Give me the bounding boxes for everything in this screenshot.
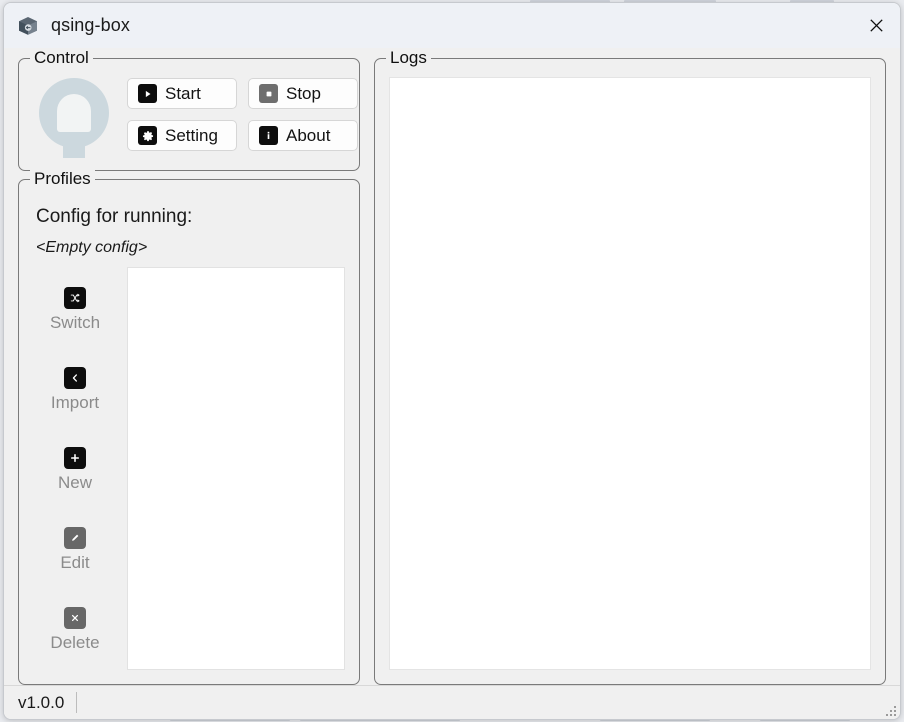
stop-button-label: Stop — [286, 83, 321, 103]
title-bar[interactable]: qsing-box — [4, 3, 900, 48]
new-profile-label: New — [57, 473, 92, 492]
close-icon[interactable] — [852, 3, 900, 48]
close-x-icon — [64, 607, 86, 630]
profiles-group-legend: Profiles — [30, 169, 95, 189]
stop-icon — [259, 84, 278, 103]
shuffle-icon — [64, 286, 86, 309]
right-column: Logs — [374, 48, 886, 685]
import-profile-label: Import — [50, 392, 100, 412]
logs-group-legend: Logs — [386, 48, 431, 68]
gear-icon — [138, 126, 157, 145]
control-button-grid: Start Stop Setting About — [127, 78, 358, 151]
box-3d-icon — [15, 13, 41, 39]
logs-text-area[interactable] — [389, 77, 871, 670]
about-button-label: About — [286, 125, 331, 145]
import-profile-action[interactable]: Import — [33, 349, 117, 429]
edit-profile-action[interactable]: Edit — [33, 510, 117, 590]
logs-group: Logs — [374, 48, 886, 685]
plus-icon — [64, 447, 86, 469]
edit-profile-label: Edit — [60, 553, 90, 573]
start-button-label: Start — [165, 83, 201, 103]
delete-profile-action[interactable]: Delete — [33, 590, 117, 670]
about-button[interactable]: About — [248, 120, 358, 151]
resize-grip-icon[interactable] — [882, 702, 896, 716]
profile-actions: Switch Import New Edit Delete — [33, 267, 117, 670]
pencil-icon — [64, 527, 86, 550]
chevron-left-icon — [64, 366, 86, 389]
version-label: v1.0.0 — [4, 692, 78, 713]
new-profile-action[interactable]: New — [33, 429, 117, 509]
play-icon — [138, 84, 157, 103]
switch-profile-action[interactable]: Switch — [33, 269, 117, 349]
switch-profile-label: Switch — [49, 312, 101, 332]
profiles-body: Switch Import New Edit Delete — [33, 267, 345, 670]
app-window: qsing-box Control Start Stop Setting Abo… — [3, 2, 901, 720]
info-icon — [259, 126, 278, 145]
setting-button[interactable]: Setting — [127, 120, 237, 151]
profiles-list[interactable] — [127, 267, 345, 670]
config-for-running-label: Config for running: — [36, 206, 193, 227]
control-group-legend: Control — [30, 48, 93, 68]
window-title: qsing-box — [51, 15, 130, 35]
stop-button[interactable]: Stop — [248, 78, 358, 109]
status-bar: v1.0.0 — [4, 685, 900, 719]
qsing-box-mascot-icon — [35, 76, 113, 158]
profiles-group: Profiles Config for running: <Empty conf… — [18, 169, 360, 685]
left-column: Control Start Stop Setting About Profile… — [18, 48, 360, 685]
window-content: Control Start Stop Setting About Profile… — [4, 48, 900, 685]
start-button[interactable]: Start — [127, 78, 237, 109]
control-group: Control Start Stop Setting About — [18, 48, 360, 171]
current-config-value: <Empty config> — [36, 239, 148, 256]
setting-button-label: Setting — [165, 125, 218, 145]
delete-profile-label: Delete — [50, 633, 100, 653]
